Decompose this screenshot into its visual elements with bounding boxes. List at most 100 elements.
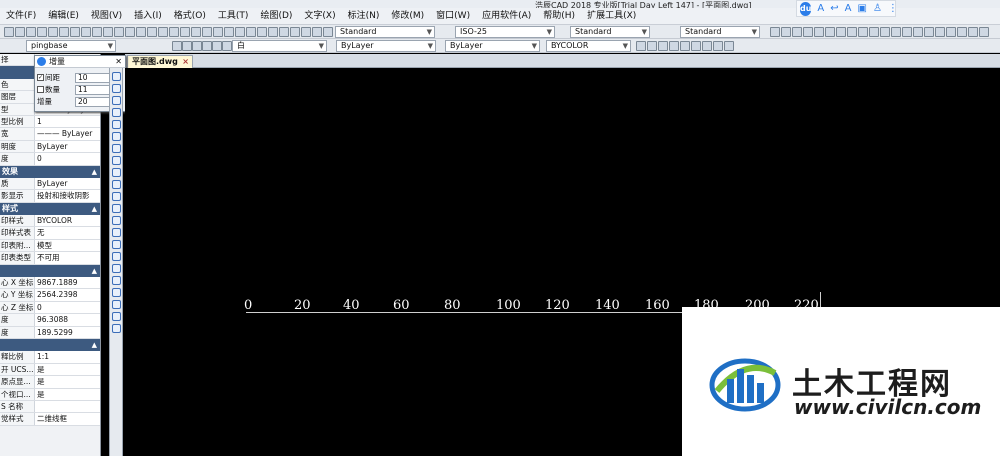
baidu-logo-icon[interactable]: du <box>800 1 812 16</box>
draw-tool-icon[interactable] <box>112 324 121 333</box>
property-row[interactable]: 开 UCS... 是 <box>0 363 100 377</box>
property-row[interactable]: S 名称 <box>0 400 100 414</box>
property-value[interactable]: 是 <box>35 388 100 400</box>
toolbar-icon[interactable] <box>858 27 868 37</box>
grid-icon[interactable]: ⋮ <box>888 3 898 14</box>
property-value[interactable]: 96.3088 <box>35 314 100 326</box>
property-value[interactable]: 2564.2398 <box>35 289 100 301</box>
property-row[interactable]: 明度 ByLayer <box>0 140 100 154</box>
draw-tool-icon[interactable] <box>112 144 121 153</box>
property-value[interactable]: 无 <box>35 227 100 239</box>
toolbar-icon[interactable] <box>702 41 712 51</box>
draw-tool-icon[interactable] <box>112 72 121 81</box>
property-value[interactable]: ByLayer <box>35 140 100 153</box>
dialog-field[interactable]: 11 <box>75 85 111 95</box>
style-combo[interactable]: Standard ▼ <box>570 26 650 38</box>
toolbar-icon[interactable] <box>15 27 25 37</box>
property-value[interactable] <box>35 400 100 413</box>
toolbar-icon[interactable] <box>246 27 256 37</box>
properties-section[interactable]: ▲ <box>0 338 100 352</box>
toolbar-icon[interactable] <box>924 27 934 37</box>
font-b-icon[interactable]: A <box>845 3 852 14</box>
toolbar-icon[interactable] <box>257 27 267 37</box>
menu-item[interactable]: 文字(X) <box>298 8 341 25</box>
properties-section[interactable]: 样式 ▲ <box>0 202 100 216</box>
property-value[interactable]: 投射和接收阴影 <box>35 190 100 202</box>
toolbar-icon[interactable] <box>81 27 91 37</box>
property-value[interactable]: 模型 <box>35 239 100 252</box>
toolbar-icon[interactable] <box>172 41 182 51</box>
toolbar-icon[interactable] <box>869 27 879 37</box>
draw-tool-icon[interactable] <box>112 192 121 201</box>
toolbar-icon[interactable] <box>935 27 945 37</box>
property-row[interactable]: 印样式 BYCOLOR <box>0 215 100 228</box>
toolbar-icon[interactable] <box>836 27 846 37</box>
toolbar-icon[interactable] <box>323 27 333 37</box>
toolbar-icon[interactable] <box>222 41 232 51</box>
toolbar-icon[interactable] <box>902 27 912 37</box>
toolbar-icon[interactable] <box>26 27 36 37</box>
toolbar-icon[interactable] <box>48 27 58 37</box>
property-value[interactable]: BYCOLOR <box>35 215 100 227</box>
property-value[interactable]: ——— ByLayer <box>35 128 100 140</box>
draw-tool-icon[interactable] <box>112 288 121 297</box>
dialog-field[interactable]: 10 <box>75 73 111 83</box>
property-combo[interactable]: ByLayer ▼ <box>336 40 436 52</box>
toolbar-icon[interactable] <box>180 27 190 37</box>
property-row[interactable]: 度 96.3088 <box>0 314 100 327</box>
menu-item[interactable]: 修改(M) <box>385 8 430 25</box>
chevron-down-icon[interactable]: ▼ <box>752 27 757 37</box>
toolbar-icon[interactable] <box>647 41 657 51</box>
chevron-down-icon[interactable]: ▼ <box>547 27 552 37</box>
toolbar-icon[interactable] <box>803 27 813 37</box>
toolbar-icon[interactable] <box>147 27 157 37</box>
draw-tool-icon[interactable] <box>112 168 121 177</box>
property-row[interactable]: 度 189.5299 <box>0 326 100 339</box>
toolbar-icon[interactable] <box>979 27 989 37</box>
property-row[interactable]: 个视口... 是 <box>0 388 100 401</box>
chevron-down-icon[interactable]: ▼ <box>642 27 647 37</box>
toolbar-icon[interactable] <box>224 27 234 37</box>
chevron-up-icon[interactable]: ▲ <box>92 265 97 277</box>
toolbar-icon[interactable] <box>182 41 192 51</box>
draw-tool-icon[interactable] <box>112 84 121 93</box>
toolbox-icon[interactable]: ▣ <box>858 3 867 14</box>
draw-tool-icon[interactable] <box>112 312 121 321</box>
toolbar-icon[interactable] <box>37 27 47 37</box>
toolbar-icon[interactable] <box>212 41 222 51</box>
menu-item[interactable]: 格式(O) <box>168 8 212 25</box>
property-value[interactable]: 是 <box>35 363 100 376</box>
input-method-bar[interactable]: du A ↩ A ▣ ♙ ⋮ <box>796 0 898 17</box>
toolbar-icon[interactable] <box>92 27 102 37</box>
toolbar-icon[interactable] <box>825 27 835 37</box>
property-combo[interactable]: 白 ▼ <box>232 40 327 52</box>
property-value[interactable]: 9867.1889 <box>35 277 100 289</box>
toolbar-icon[interactable] <box>169 27 179 37</box>
style-combo[interactable]: Standard ▼ <box>680 26 760 38</box>
draw-tool-icon[interactable] <box>112 120 121 129</box>
chevron-down-icon[interactable]: ▼ <box>427 27 432 37</box>
toolbar-icon[interactable] <box>792 27 802 37</box>
property-value[interactable]: 189.5299 <box>35 326 100 338</box>
draw-tool-icon[interactable] <box>112 108 121 117</box>
property-row[interactable]: 印样式表无 <box>0 227 100 240</box>
style-combo[interactable]: Standard ▼ <box>335 26 435 38</box>
property-row[interactable]: 印表附... 模型 <box>0 239 100 253</box>
toolbar-icon[interactable] <box>59 27 69 37</box>
toolbar-icon[interactable] <box>781 27 791 37</box>
property-combo[interactable]: BYCOLOR ▼ <box>546 40 631 52</box>
property-row[interactable]: 心 Y 坐标 2564.2398 <box>0 289 100 302</box>
toolbar-icon[interactable] <box>946 27 956 37</box>
toolbar-icon[interactable] <box>136 27 146 37</box>
draw-tool-icon[interactable] <box>112 204 121 213</box>
menu-item[interactable]: 帮助(H) <box>537 8 581 25</box>
property-row[interactable]: 质 ByLayer <box>0 177 100 191</box>
toolbar-icon[interactable] <box>301 27 311 37</box>
property-value[interactable]: 0 <box>35 153 100 165</box>
draw-tool-icon[interactable] <box>112 300 121 309</box>
style-combo[interactable]: ISO-25 ▼ <box>455 26 555 38</box>
property-row[interactable]: 印表类型 不可用 <box>0 252 100 265</box>
toolbar-icon[interactable] <box>680 41 690 51</box>
menu-item[interactable]: 编辑(E) <box>42 8 85 25</box>
close-icon[interactable]: × <box>182 56 189 68</box>
